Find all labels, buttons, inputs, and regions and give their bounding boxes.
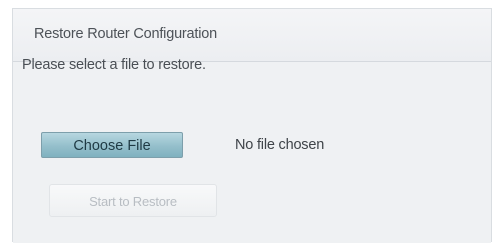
panel-header: Restore Router Configuration (13, 9, 491, 62)
file-status-text: No file chosen (235, 137, 325, 153)
choose-file-button[interactable]: Choose File (41, 132, 183, 158)
restore-file-prompt: Please select a file to restore. (22, 57, 206, 73)
panel-title: Restore Router Configuration (34, 26, 217, 42)
start-to-restore-button[interactable]: Start to Restore (49, 184, 217, 217)
